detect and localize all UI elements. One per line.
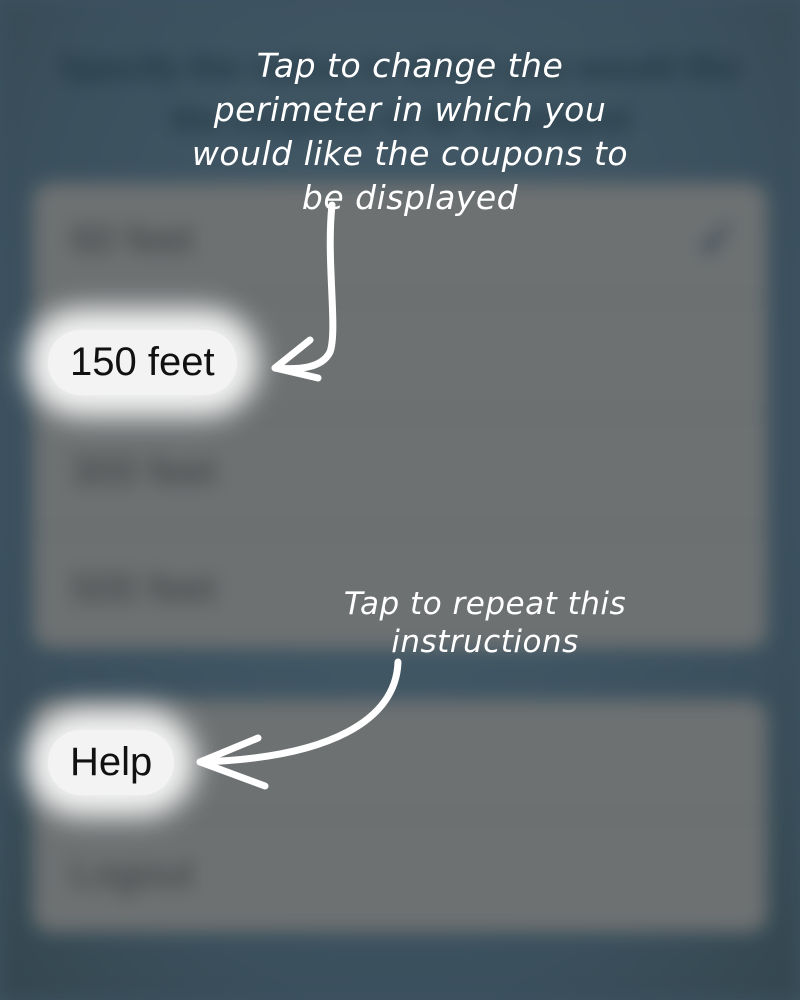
highlight-150-feet-button[interactable]: 150 feet xyxy=(48,330,237,395)
radius-option-label: 60 feet xyxy=(71,217,194,262)
logout-row[interactable]: Logout xyxy=(33,816,767,932)
radius-option-label: 500 feet xyxy=(71,566,216,611)
radius-option-label: 300 feet xyxy=(71,449,216,494)
help-annotation: Tap to repeat this instructions xyxy=(343,586,627,660)
checkmark-icon: ✓ xyxy=(695,211,739,269)
radius-option-300[interactable]: 300 feet xyxy=(33,415,767,531)
logout-row-label: Logout xyxy=(71,851,194,896)
highlight-help-button[interactable]: Help xyxy=(48,730,175,795)
radius-options-group: 60 feet ✓ 150 feet 300 feet 500 feet xyxy=(33,183,767,648)
perimeter-annotation: Tap to change the perimeter in which you… xyxy=(191,46,629,217)
